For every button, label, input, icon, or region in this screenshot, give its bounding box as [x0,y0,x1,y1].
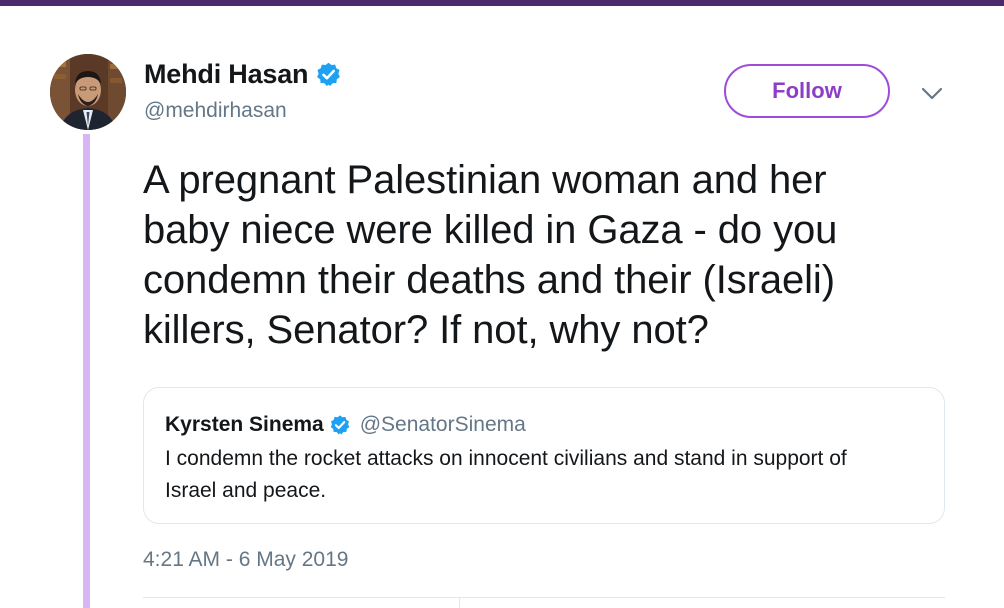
quoted-author-handle: @SenatorSinema [359,413,526,436]
quoted-text-line: Israel and peace. [165,479,327,502]
quoted-text-line: I condemn the rocket attacks on innocent… [165,447,847,470]
quoted-tweet-header: Kyrsten Sinema @SenatorSinema [165,412,526,438]
avatar[interactable] [50,54,126,130]
author-name[interactable]: Mehdi Hasan [144,59,309,90]
author-handle[interactable]: @mehdirhasan [144,99,287,123]
top-accent-bar [0,0,1004,6]
stats-divider-tick [459,597,460,608]
quoted-tweet-text: I condemn the rocket attacks on innocent… [165,443,925,507]
tweet-text-line: condemn their deaths and their (Israeli) [143,258,835,302]
quoted-author-name: Kyrsten Sinema [165,413,324,436]
author-name-row: Mehdi Hasan [144,58,342,90]
tweet-text-line: baby niece were killed in Gaza - do you [143,208,838,252]
stats-divider [143,597,945,598]
quoted-tweet-card[interactable]: Kyrsten Sinema @SenatorSinema I condemn … [143,387,945,524]
follow-button[interactable]: Follow [724,64,890,118]
tweet-page: Mehdi Hasan @mehdirhasan Follow A pregna… [0,0,1004,608]
verified-badge-icon [329,414,351,436]
tweet-text-line: A pregnant Palestinian woman and her [143,158,827,202]
tweet-timestamp[interactable]: 4:21 AM - 6 May 2019 [143,548,348,572]
thread-line [83,134,90,608]
tweet-text-line: killers, Senator? If not, why not? [143,308,709,352]
verified-badge-icon [315,61,342,88]
chevron-down-icon[interactable] [920,84,944,104]
tweet-text: A pregnant Palestinian woman and her bab… [143,155,963,355]
